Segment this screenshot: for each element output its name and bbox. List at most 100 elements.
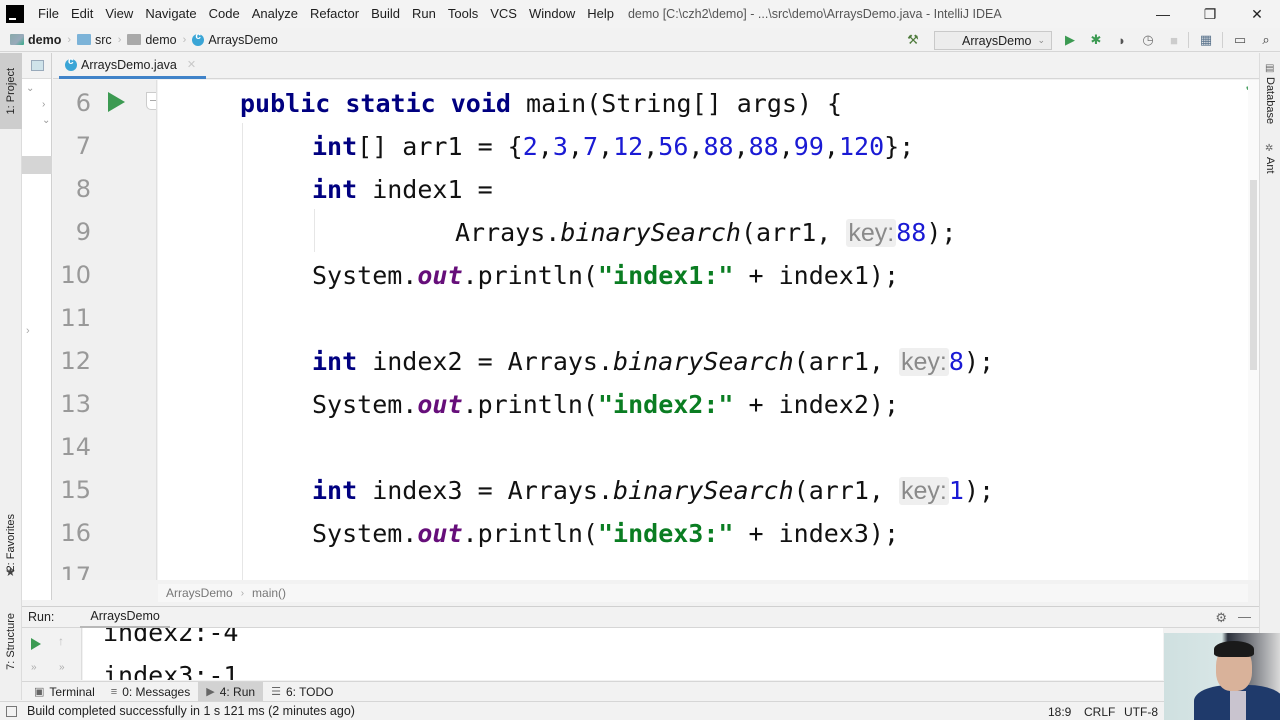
line-ending[interactable]: CRLF xyxy=(1084,705,1115,719)
breadcrumb-method[interactable]: main() xyxy=(252,586,286,600)
menu-refactor[interactable]: Refactor xyxy=(304,0,365,28)
tool-tab-run[interactable]: ▶ 4: Run xyxy=(198,681,264,702)
chevron-down-icon[interactable]: ⌄ xyxy=(42,115,50,126)
editor-scrollbar[interactable] xyxy=(1248,80,1259,580)
line-number: 12 xyxy=(60,347,91,375)
database-tool-button[interactable]: Database xyxy=(1264,77,1276,124)
code-text: (arr1, xyxy=(793,476,900,505)
code-text: Arrays. xyxy=(455,218,561,247)
minimize-button[interactable]: — xyxy=(1140,0,1186,28)
ant-tool-button[interactable]: Ant xyxy=(1264,157,1276,174)
breadcrumb-class[interactable]: ArraysDemo xyxy=(192,31,278,47)
code-text: + index2); xyxy=(733,390,900,419)
tool-tab-todo[interactable]: ☰ 6: TODO xyxy=(263,682,341,702)
search-icon[interactable]: ⌕ xyxy=(1258,32,1274,48)
status-message[interactable]: Build completed successfully in 1 s 121 … xyxy=(27,704,355,718)
breadcrumb-project[interactable]: demo › xyxy=(10,33,77,47)
number-literal: 8 xyxy=(948,347,964,376)
minimize-panel-icon[interactable]: — xyxy=(1238,609,1251,624)
indent-guide xyxy=(242,123,243,580)
close-tab-icon[interactable]: ✕ xyxy=(187,58,196,71)
intellij-logo-icon xyxy=(6,5,24,23)
project-tool-button[interactable]: 1: Project xyxy=(0,53,22,129)
line-number: 16 xyxy=(60,519,91,547)
menu-view[interactable]: View xyxy=(99,0,139,28)
breadcrumb-class[interactable]: ArraysDemo xyxy=(166,586,233,600)
rerun-icon[interactable] xyxy=(31,638,41,650)
project-panel[interactable]: ⌄ › ⌄ › xyxy=(22,53,52,600)
coverage-icon[interactable]: ◗ xyxy=(1114,32,1130,48)
terminal-window-icon[interactable]: ▭ xyxy=(1232,32,1248,48)
editor-tab-bar: ArraysDemo.java ✕ xyxy=(53,53,1259,79)
left-tool-stripe: 1: Project 2: Favorites ★ 7: Structure xyxy=(0,53,22,700)
string-literal: "index3:" xyxy=(597,519,734,548)
menu-tools[interactable]: Tools xyxy=(442,0,484,28)
right-tool-stripe: ▤ Database ✲ Ant xyxy=(1259,53,1280,700)
close-button[interactable]: ✕ xyxy=(1234,0,1280,28)
fold-marker-icon[interactable] xyxy=(146,92,156,110)
chevron-right-icon[interactable]: › xyxy=(26,325,30,337)
run-tab-arraysdemo[interactable]: ArraysDemo xyxy=(80,606,170,628)
breadcrumb-src[interactable]: src › xyxy=(77,33,127,47)
number-literal: 3 xyxy=(552,132,568,161)
run-main-gutter-icon[interactable] xyxy=(108,92,125,112)
console-output[interactable]: index2:-4 index3:-1 xyxy=(83,628,1163,680)
breadcrumb-label: src xyxy=(95,32,112,47)
indent-guide xyxy=(314,209,315,252)
project-structure-icon[interactable]: ▦ xyxy=(1198,32,1214,48)
more-actions-icon[interactable]: » xyxy=(59,662,65,673)
caret-position[interactable]: 18:9 xyxy=(1048,705,1071,719)
tool-tab-label: Terminal xyxy=(49,684,95,699)
menu-navigate[interactable]: Navigate xyxy=(139,0,202,28)
selected-tree-row[interactable] xyxy=(22,156,52,174)
toggle-tool-windows-icon[interactable] xyxy=(6,705,17,717)
class-icon xyxy=(65,56,77,71)
tool-tab-terminal[interactable]: ▣ Terminal xyxy=(26,682,103,702)
number-literal: 12 xyxy=(613,132,644,161)
menu-help[interactable]: Help xyxy=(581,0,620,28)
keyword: public xyxy=(240,89,331,118)
arrow-up-icon[interactable]: ↑ xyxy=(58,634,64,648)
todo-icon: ☰ xyxy=(271,686,281,698)
scrollbar-thumb[interactable] xyxy=(1250,180,1257,370)
run-icon[interactable]: ▶ xyxy=(1062,32,1078,48)
menu-analyze[interactable]: Analyze xyxy=(246,0,304,28)
file-encoding[interactable]: UTF-8 xyxy=(1124,705,1158,719)
menu-window[interactable]: Window xyxy=(523,0,581,28)
chevron-right-icon[interactable]: › xyxy=(42,99,45,110)
chevron-down-icon[interactable]: ⌄ xyxy=(26,83,34,94)
menu-run[interactable]: Run xyxy=(406,0,442,28)
debug-icon[interactable]: ✱ xyxy=(1088,32,1104,48)
structure-tool-button[interactable]: 7: Structure xyxy=(0,591,22,691)
menu-vcs[interactable]: VCS xyxy=(484,0,523,28)
breadcrumb-package[interactable]: demo › xyxy=(127,33,192,47)
toolbar-divider xyxy=(1188,32,1189,48)
menu-file[interactable]: File xyxy=(32,0,65,28)
keyword: void xyxy=(450,89,511,118)
code-text: ); xyxy=(926,218,957,247)
code-text: (arr1, xyxy=(740,218,847,247)
code-breadcrumbs: ArraysDemo › main() xyxy=(158,584,1248,602)
stop-icon[interactable]: ■ xyxy=(1166,32,1182,48)
run-icon: ▶ xyxy=(206,686,215,698)
static-field: out xyxy=(417,261,463,290)
menu-build[interactable]: Build xyxy=(365,0,406,28)
star-icon: ★ xyxy=(5,565,16,579)
gear-icon[interactable]: ⚙ xyxy=(1215,610,1227,626)
tab-arraysdemo-java[interactable]: ArraysDemo.java ✕ xyxy=(59,53,207,79)
menu-code[interactable]: Code xyxy=(203,0,246,28)
string-literal: "index2:" xyxy=(597,390,734,419)
menu-edit[interactable]: Edit xyxy=(65,0,99,28)
run-toolbar: ↑ » » xyxy=(22,628,82,680)
tool-tab-messages[interactable]: ≡ 0: Messages xyxy=(103,682,198,702)
code-text: System. xyxy=(312,390,418,419)
restore-button[interactable]: ❐ xyxy=(1187,0,1233,28)
run-configuration-select[interactable]: ArraysDemo ⌄ xyxy=(934,31,1052,50)
line-number: 9 xyxy=(75,218,91,246)
build-hammer-icon[interactable]: ⚒ xyxy=(905,32,921,48)
profile-icon[interactable]: ◷ xyxy=(1140,32,1156,48)
static-field: out xyxy=(417,390,463,419)
code-editor[interactable]: public static void main(String[] args) {… xyxy=(158,80,1248,580)
more-actions-icon[interactable]: » xyxy=(31,662,37,673)
code-text: + index1); xyxy=(733,261,900,290)
